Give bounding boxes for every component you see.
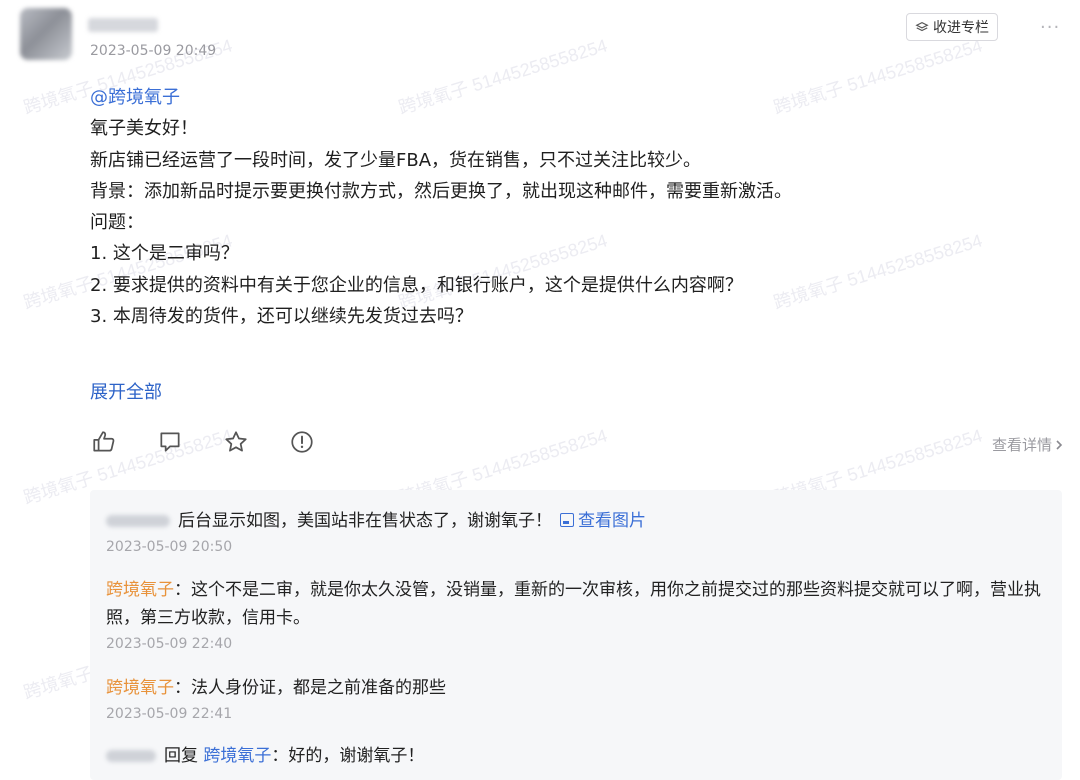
post-timestamp: 2023-05-09 20:49 bbox=[90, 43, 217, 59]
content-line: 新店铺已经运营了一段时间，发了少量FBA，货在销售，只不过关注比较少。 bbox=[90, 149, 702, 171]
comment-author[interactable]: 跨境氧子 bbox=[106, 580, 174, 600]
star-icon bbox=[225, 431, 247, 452]
collect-to-column-button[interactable]: 收进专栏 bbox=[906, 13, 998, 41]
comment-timestamp: 2023-05-09 22:41 bbox=[106, 706, 233, 722]
comment-separator: ： bbox=[174, 580, 191, 600]
commenter-redacted[interactable] bbox=[106, 515, 170, 527]
content-line: 1. 这个是二审吗？ bbox=[90, 243, 239, 265]
view-details-label: 查看详情 bbox=[991, 436, 1052, 454]
alert-icon bbox=[291, 431, 313, 453]
content-line: 氧子美女好！ bbox=[90, 118, 198, 140]
comment-item: 跨境氧子：这个不是二审，就是你太久没管，没销量，重新的一次审核，用你之前提交过的… bbox=[106, 576, 1051, 654]
view-details-link[interactable]: 查看详情 bbox=[992, 434, 1064, 455]
view-image-label: 查看图片 bbox=[578, 511, 646, 531]
chevron-right-icon bbox=[1056, 439, 1063, 450]
thumbs-up-icon bbox=[93, 431, 115, 452]
commenter-redacted[interactable] bbox=[106, 750, 156, 762]
comment-separator: ： bbox=[271, 746, 289, 766]
reply-word: 回复 bbox=[164, 746, 198, 766]
username-redacted[interactable] bbox=[88, 18, 158, 32]
view-image-link[interactable]: 查看图片 bbox=[560, 511, 646, 531]
reply-target[interactable]: 跨境氧子 bbox=[203, 746, 271, 766]
expand-all-link[interactable]: 展开全部 bbox=[90, 378, 162, 404]
content-line: 背景：添加新品时提示要更换付款方式，然后更换了，就出现这种邮件，需要重新激活。 bbox=[90, 180, 792, 202]
comment-icon bbox=[160, 432, 180, 452]
content-line: 问题： bbox=[90, 212, 144, 234]
comment-author[interactable]: 跨境氧子 bbox=[106, 678, 174, 698]
comment-text: 这个不是二审，就是你太久没管，没销量，重新的一次审核，用你之前提交过的那些资料提… bbox=[106, 580, 1041, 628]
comment-timestamp: 2023-05-09 20:50 bbox=[106, 539, 233, 555]
comment-item: 跨境氧子：法人身份证，都是之前准备的那些 2023-05-09 22:41 bbox=[106, 674, 446, 724]
content-line: 3. 本周待发的货件，还可以继续先发货过去吗？ bbox=[90, 306, 473, 328]
more-options-icon[interactable]: ··· bbox=[1040, 17, 1060, 38]
post-content: @跨境氧子 氧子美女好！ 新店铺已经运营了一段时间，发了少量FBA，货在销售，只… bbox=[90, 82, 1050, 332]
comment-text: 后台显示如图，美国站非在售状态了，谢谢氧子！ bbox=[178, 511, 552, 531]
content-line: 2. 要求提供的资料中有关于您企业的信息，和银行账户，这个是提供什么内容啊？ bbox=[90, 274, 743, 296]
comment-separator: ： bbox=[174, 678, 191, 698]
action-bar bbox=[90, 428, 316, 456]
favorite-button[interactable] bbox=[222, 428, 250, 456]
collect-label: 收进专栏 bbox=[933, 20, 989, 36]
comment-text: 法人身份证，都是之前准备的那些 bbox=[191, 678, 446, 698]
avatar[interactable] bbox=[20, 8, 72, 60]
comment-section: 后台显示如图，美国站非在售状态了，谢谢氧子！ 查看图片 2023-05-09 20… bbox=[90, 490, 1062, 780]
comment-item: 后台显示如图，美国站非在售状态了，谢谢氧子！ 查看图片 2023-05-09 20… bbox=[106, 507, 646, 557]
report-button[interactable] bbox=[288, 428, 316, 456]
like-button[interactable] bbox=[90, 428, 118, 456]
image-icon bbox=[560, 513, 574, 527]
comment-text: 好的，谢谢氧子！ bbox=[288, 746, 425, 766]
comment-item: 回复 跨境氧子：好的，谢谢氧子！ bbox=[106, 742, 424, 770]
post-card: 2023-05-09 20:49 收进专栏 ··· @跨境氧子 氧子美女好！ 新… bbox=[0, 0, 1080, 780]
comment-timestamp: 2023-05-09 22:40 bbox=[106, 636, 233, 652]
mention-link[interactable]: @跨境氧子 bbox=[90, 82, 1050, 113]
collect-icon bbox=[915, 21, 929, 32]
comment-button[interactable] bbox=[156, 428, 184, 456]
